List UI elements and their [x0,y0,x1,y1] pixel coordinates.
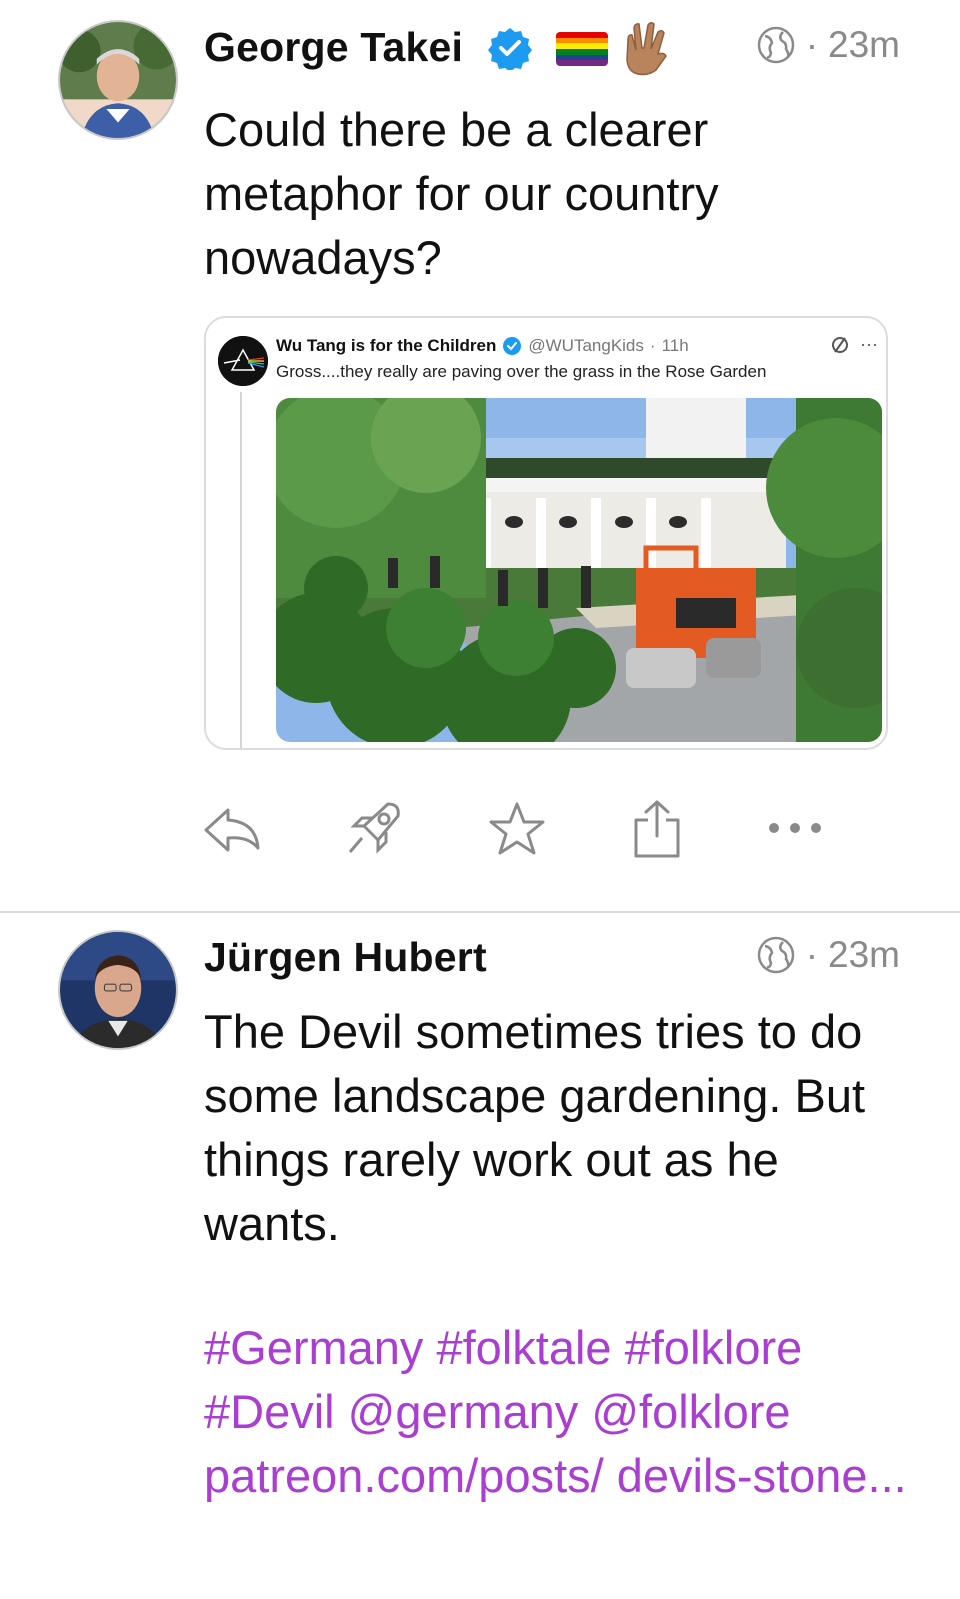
no-symbol-icon [832,336,849,353]
patreon-link[interactable]: patreon.com/posts/ devils-stone... [204,1449,907,1502]
author-name[interactable]: Jürgen Hubert [204,934,487,981]
hashtag-folklore[interactable]: #folklore [625,1321,803,1374]
verified-badge-icon [488,28,532,70]
post-time[interactable]: 23m [828,24,900,66]
quoted-text: Gross....they really are paving over the… [276,362,767,381]
author-name[interactable]: George Takei [204,24,463,71]
more-icon [769,823,821,833]
meta-separator: · [805,934,819,975]
mention-folklore[interactable]: @folklore [591,1385,790,1438]
meta-separator: · [805,24,819,65]
quoted-author: Wu Tang is for the Children [276,336,497,355]
mention-germany[interactable]: @germany [348,1385,579,1438]
post-time[interactable]: 23m [828,934,900,976]
quoted-separator: · [649,336,656,355]
vulcan-salute-icon [626,21,667,76]
post-content: The Devil sometimes tries to do some lan… [204,1005,866,1250]
reply-icon [204,808,260,852]
rainbow-flag-icon [556,32,608,66]
post-meta: · 23m [756,934,900,976]
quoted-icons: ··· [830,334,878,355]
quoted-post-card[interactable]: Wu Tang is for the Children @WUTangKids … [204,316,888,750]
rose-garden-photo-image [276,398,882,742]
globe-icon [757,26,794,64]
post-hashtags: #Germany #folktale #folklore #Devil @ger… [204,1316,924,1508]
post-content: Could there be a clearer metaphor for ou… [204,103,719,284]
avatar[interactable] [58,930,178,1050]
avatar-jurgen-hubert-image [60,932,176,1048]
share-button[interactable] [622,796,692,862]
post-meta: · 23m [756,24,900,66]
quoted-time: 11h [661,336,689,355]
quoted-more-icon: ··· [860,334,878,354]
reply-button[interactable] [200,796,270,862]
post-action-bar [200,796,840,866]
status-post[interactable]: George Takei · 23m Could there be a clea… [0,0,960,912]
hashtag-folktale[interactable]: #folktale [436,1321,611,1374]
avatar[interactable] [58,20,178,140]
quoted-photo[interactable] [276,398,882,742]
quoted-handle: @WUTangKids [528,336,644,355]
star-icon [489,802,545,855]
more-button[interactable] [760,796,830,862]
share-icon [634,800,680,858]
prism-logo-icon [218,336,268,386]
favourite-button[interactable] [482,796,552,862]
post-divider [0,911,960,913]
quoted-verified-icon [503,337,522,355]
hashtag-germany[interactable]: #Germany [204,1321,423,1374]
boost-icon [348,802,400,854]
hashtag-devil[interactable]: #Devil [204,1385,335,1438]
avatar-george-takei-image [60,22,176,138]
globe-icon [757,936,794,974]
quoted-avatar [218,336,268,386]
quoted-header: Wu Tang is for the Children @WUTangKids … [276,336,689,356]
boost-button[interactable] [340,796,410,862]
quoted-thread-line [240,392,242,748]
